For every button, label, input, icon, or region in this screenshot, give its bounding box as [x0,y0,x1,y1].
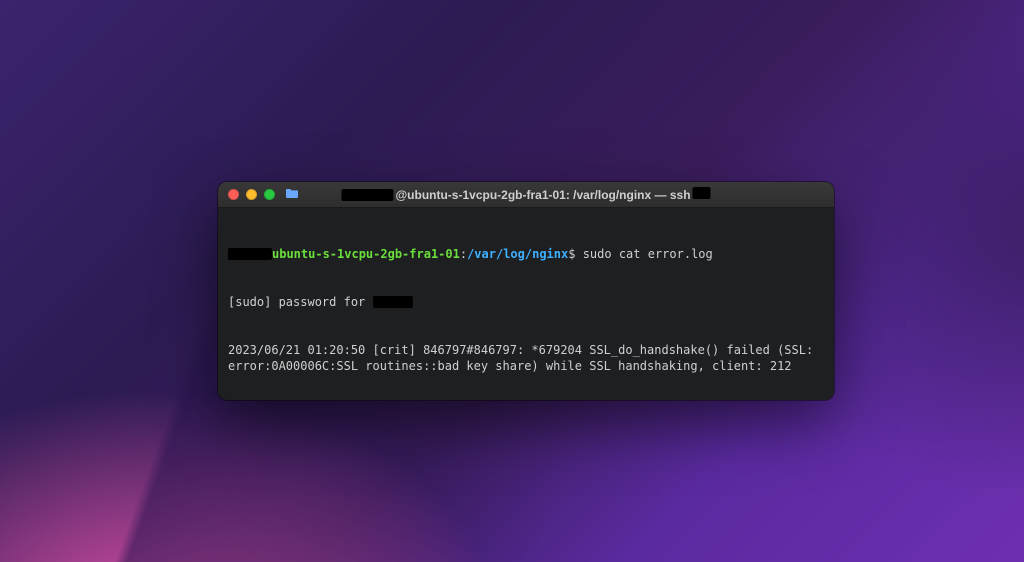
window-controls [228,189,275,200]
title-middle: @ubuntu-s-1vcpu-2gb-fra1-01: /var/log/ng… [395,188,690,202]
close-icon[interactable] [228,189,239,200]
command-text: sudo cat error.log [575,247,712,261]
minimize-icon[interactable] [246,189,257,200]
log-line: [sudo] password for [228,294,824,310]
window-titlebar[interactable]: @ubuntu-s-1vcpu-2gb-fra1-01: /var/log/ng… [218,182,834,208]
redacted [373,296,413,308]
prompt-userhost: ubuntu-s-1vcpu-2gb-fra1-01 [272,247,460,261]
redacted-user [228,248,272,260]
terminal-output[interactable]: ubuntu-s-1vcpu-2gb-fra1-01:/var/log/ngin… [218,208,834,400]
window-title: @ubuntu-s-1vcpu-2gb-fra1-01: /var/log/ng… [339,187,712,202]
log-line: 2023/06/21 01:20:50 [crit] 846797#846797… [228,342,824,374]
terminal-window[interactable]: @ubuntu-s-1vcpu-2gb-fra1-01: /var/log/ng… [218,182,834,400]
zoom-icon[interactable] [264,189,275,200]
prompt-line: ubuntu-s-1vcpu-2gb-fra1-01:/var/log/ngin… [228,246,824,262]
prompt-path: /var/log/nginx [467,247,568,261]
folder-icon [285,188,299,202]
